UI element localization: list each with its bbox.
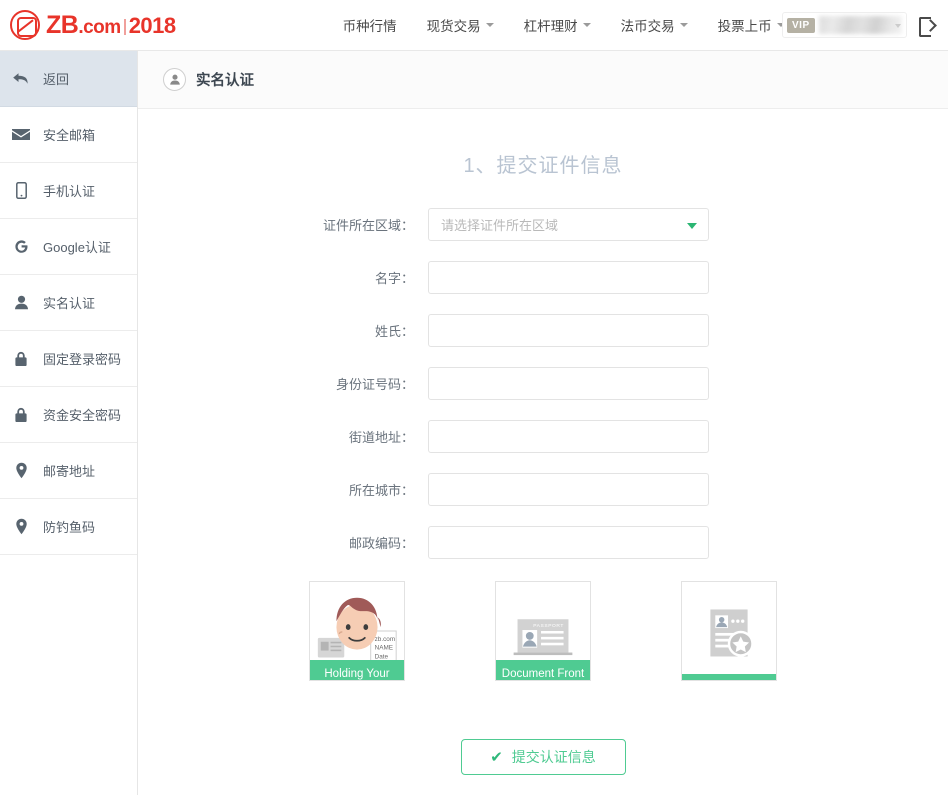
chevron-down-icon [485,23,494,27]
sidebar-item-phone-verify[interactable]: 手机认证 [0,163,137,219]
field-row-last-name: 姓氏： [138,314,948,347]
nav-label: 现货交易 [426,19,481,34]
header-user-area: VIP [782,0,940,50]
street-address-input[interactable] [428,420,709,453]
main-content: 实名认证 1、提交证件信息 证件所在区域： 请选择证件所在区域 名字： 姓氏： [138,51,948,795]
sidebar-item-label: 固定登录密码 [43,352,122,367]
nav-label: 法币交易 [620,19,675,34]
upload-caption: Document Front Side [496,660,590,680]
field-label: 所在城市： [348,483,414,498]
sidebar-item-label: 返回 [43,72,70,87]
chevron-down-icon [679,23,688,27]
person-circle-icon [163,68,186,91]
postal-code-input[interactable] [428,526,709,559]
chevron-down-icon [687,223,697,229]
field-label: 身份证号码： [335,377,414,392]
zb-circle-logo-icon [10,10,40,40]
identity-form: 1、提交证件信息 证件所在区域： 请选择证件所在区域 名字： 姓氏： 身份证号码… [138,109,948,775]
svg-text:NAME: NAME [375,645,393,652]
chevron-down-icon [582,23,591,27]
check-icon: ✔ [490,748,503,766]
back-arrow-icon [11,69,31,89]
field-label: 邮政编码： [348,536,414,551]
field-label: 街道地址： [348,430,414,445]
upload-caption: Proof of Address [682,674,776,680]
sidebar-item-label: 安全邮箱 [43,128,96,143]
map-pin-icon [11,461,31,481]
page-title: 实名认证 [196,73,254,89]
nav-label: 杠杆理财 [523,19,578,34]
upload-holding-document[interactable]: zb.com NAME Date Holding Your Document [309,581,405,681]
city-input[interactable] [428,473,709,506]
vip-badge: VIP [787,17,815,33]
logo-brand: ZB [46,10,79,39]
sidebar-item-label: 手机认证 [43,184,96,199]
field-row-street-address: 街道地址： [138,420,948,453]
envelope-icon [11,125,31,145]
nav-label: 币种行情 [342,19,397,34]
field-label: 证件所在区域： [322,218,414,233]
step-title: 1、提交证件信息 [463,155,623,177]
google-g-icon [11,237,31,257]
upload-thumbnails: zb.com NAME Date Holding Your Document [138,581,948,681]
sidebar-item-secure-email[interactable]: 安全邮箱 [0,107,137,163]
sidebar-item-anti-phishing-code[interactable]: 防钓鱼码 [0,499,137,555]
site-header: ZB.com2018 币种行情 现货交易 杠杆理财 法币交易 投票上币 财务 [0,0,948,51]
sidebar-item-login-password[interactable]: 固定登录密码 [0,331,137,387]
svg-text:zb.com: zb.com [375,636,396,643]
nav-item-spot-trading[interactable]: 现货交易 [412,15,509,35]
logo-domain: .com [78,16,121,38]
site-logo[interactable]: ZB.com 2018 [10,0,176,50]
sidebar-item-fund-password[interactable]: 资金安全密码 [0,387,137,443]
page-layout: 返回 安全邮箱 手机认证 Google认证 实名认证 固定登录密码 资金安全密码… [0,51,948,795]
sidebar-item-google-auth[interactable]: Google认证 [0,219,137,275]
svg-text:PASSPORT: PASSPORT [533,623,564,629]
mobile-phone-icon [11,181,31,201]
user-menu[interactable]: VIP [782,12,907,38]
sidebar-item-label: 资金安全密码 [43,408,122,423]
sidebar-item-label: 防钓鱼码 [43,520,96,535]
username-redacted [818,16,902,34]
nav-item-markets[interactable]: 币种行情 [328,15,412,35]
last-name-input[interactable] [428,314,709,347]
page-header: 实名认证 [138,51,948,109]
nav-item-fiat-trading[interactable]: 法币交易 [606,15,703,35]
nav-item-leverage[interactable]: 杠杆理财 [509,15,606,35]
region-select[interactable]: 请选择证件所在区域 [428,208,709,241]
logout-icon[interactable] [919,17,936,37]
upload-document-front[interactable]: PASSPORT Document Front Side [495,581,591,681]
map-pin-icon [11,517,31,537]
field-label: 名字： [374,271,414,286]
sidebar: 返回 安全邮箱 手机认证 Google认证 实名认证 固定登录密码 资金安全密码… [0,51,138,795]
field-row-first-name: 名字： [138,261,948,294]
first-name-input[interactable] [428,261,709,294]
field-row-city: 所在城市： [138,473,948,506]
field-row-postal-code: 邮政编码： [138,526,948,559]
submit-area: ✔ 提交认证信息 [138,739,948,775]
lock-icon [11,405,31,425]
upload-caption: Holding Your Document [310,660,404,680]
sidebar-item-mailing-address[interactable]: 邮寄地址 [0,443,137,499]
upload-proof-of-address[interactable]: Proof of Address [681,581,777,681]
person-icon [11,293,31,313]
sidebar-item-back[interactable]: 返回 [0,51,137,107]
region-select-placeholder: 请选择证件所在区域 [441,218,559,233]
field-row-id-number: 身份证号码： [138,367,948,400]
sidebar-item-label: 邮寄地址 [43,464,96,479]
field-label: 姓氏： [374,324,414,339]
sidebar-item-label: Google认证 [43,240,111,255]
chevron-down-icon [895,24,901,28]
lock-icon [11,349,31,369]
logo-text: ZB.com 2018 [46,10,176,39]
sidebar-item-identity-verify[interactable]: 实名认证 [0,275,137,331]
submit-verification-button[interactable]: ✔ 提交认证信息 [460,739,626,775]
nav-label: 投票上币 [717,19,772,34]
logo-year: 2018 [128,12,176,38]
logo-separator [123,18,126,35]
sidebar-item-label: 实名认证 [43,296,96,311]
id-number-input[interactable] [428,367,709,400]
field-row-region: 证件所在区域： 请选择证件所在区域 [138,208,948,241]
address-proof-document-illustration [682,582,776,680]
submit-button-label: 提交认证信息 [511,749,596,765]
